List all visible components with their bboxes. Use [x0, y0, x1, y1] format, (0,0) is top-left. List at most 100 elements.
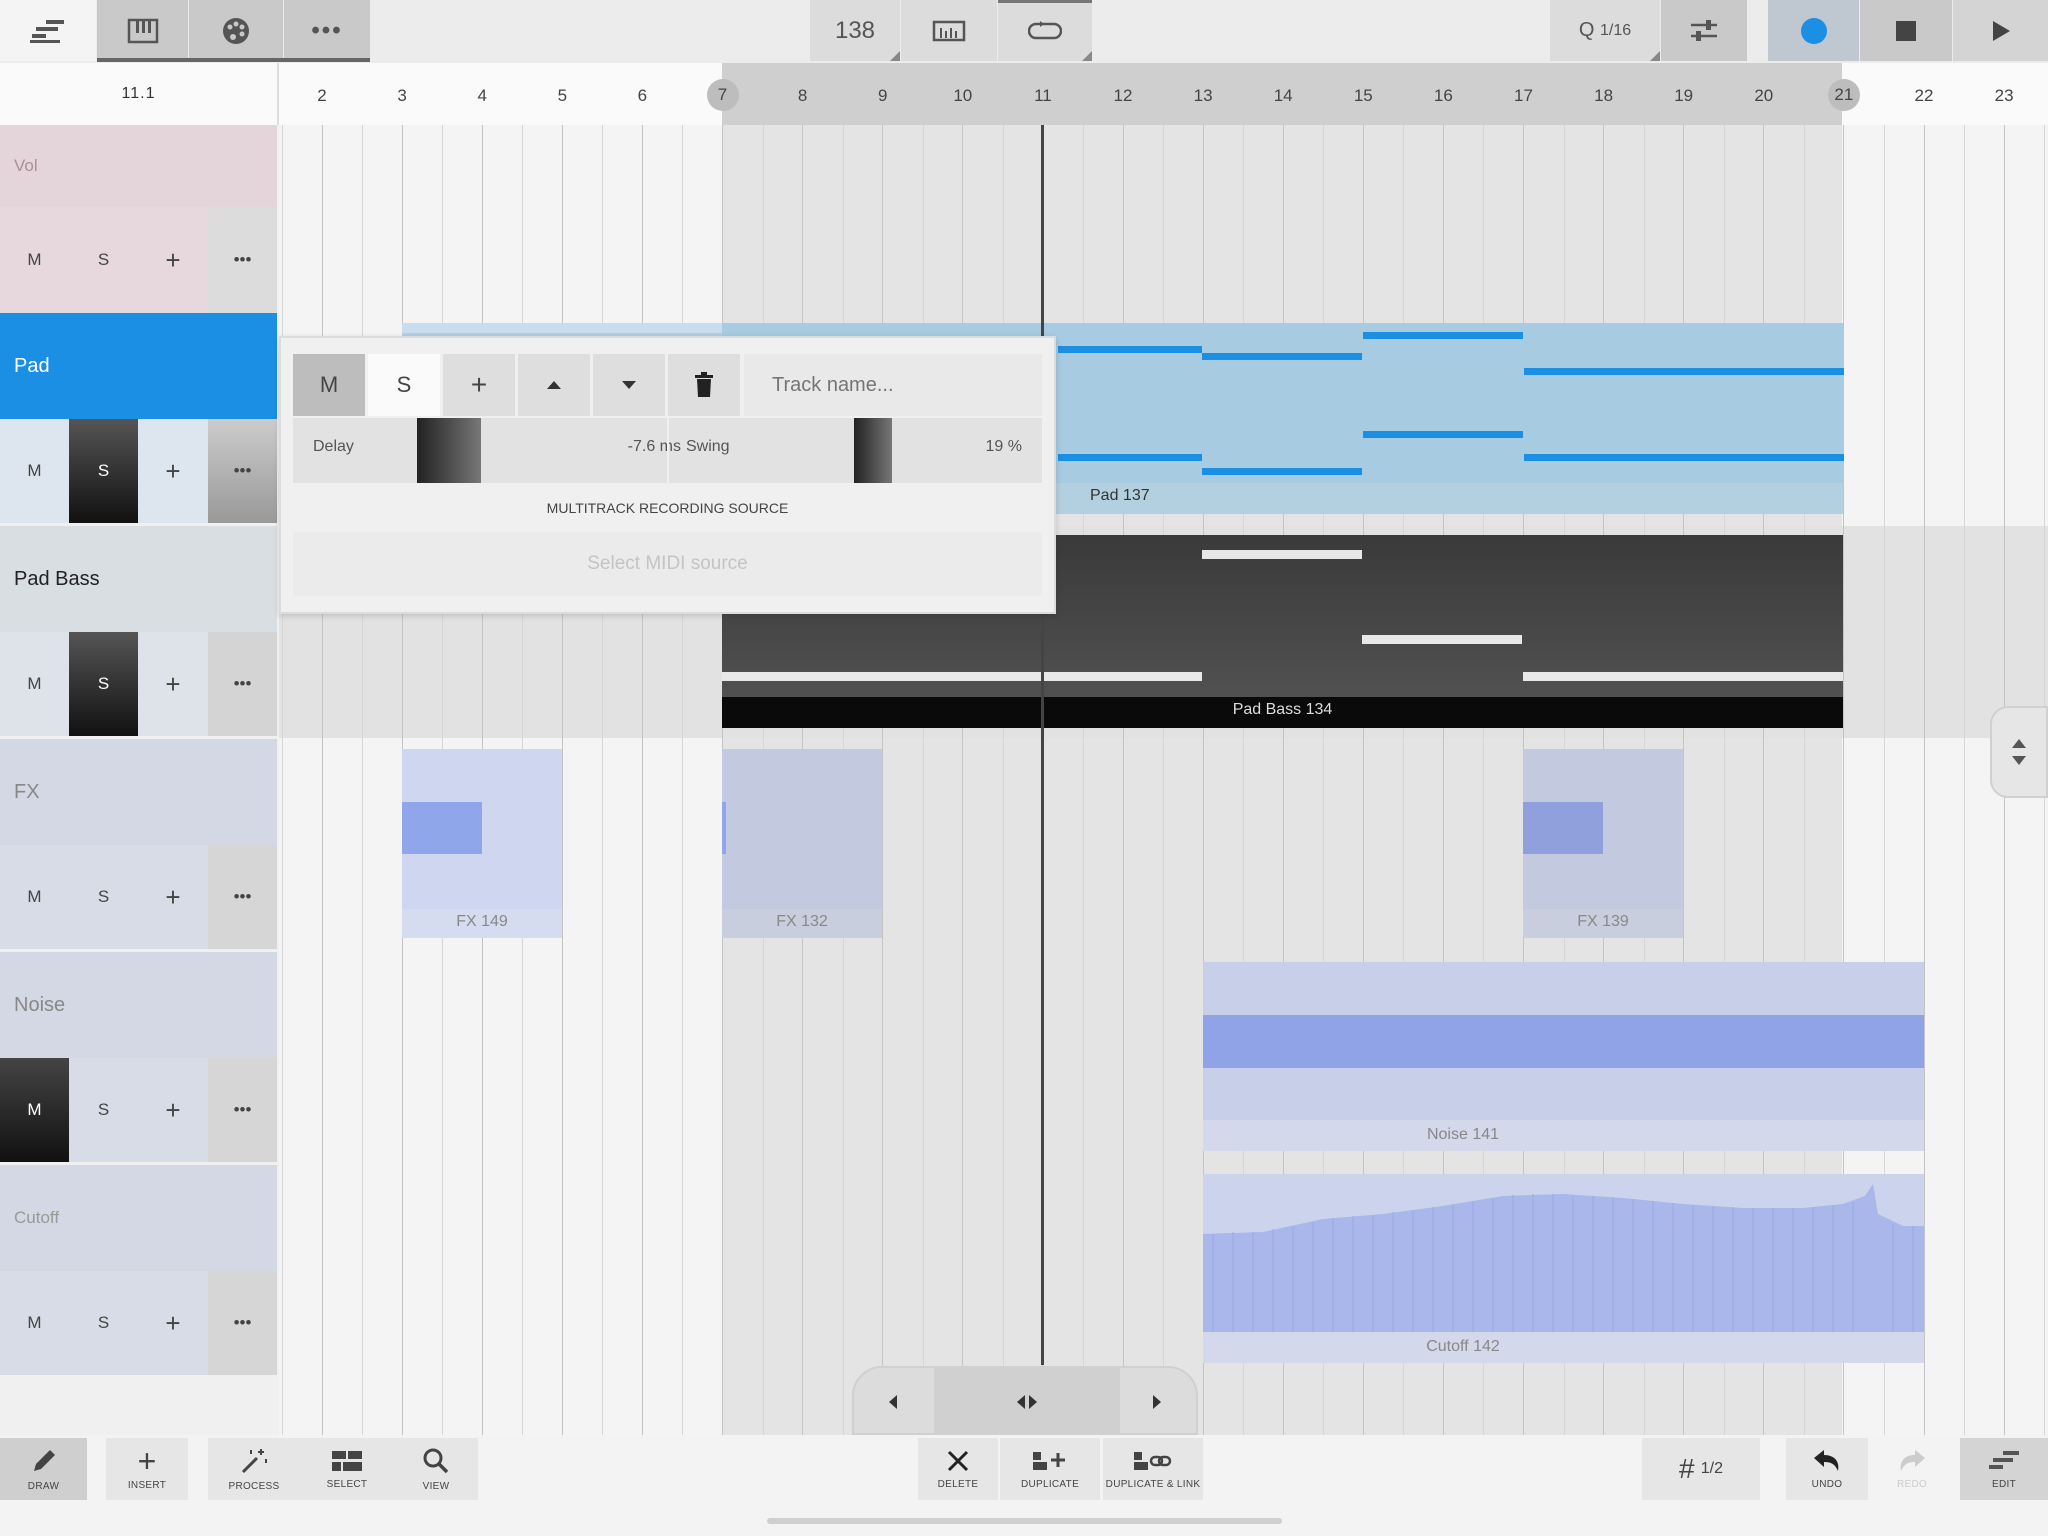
move-up-button[interactable]: [518, 354, 590, 416]
more-options-icon[interactable]: •••: [284, 0, 370, 61]
track-name[interactable]: Noise: [0, 952, 277, 1058]
mute-button[interactable]: M: [0, 845, 69, 949]
insert-button[interactable]: + INSERT: [106, 1438, 188, 1500]
track-name[interactable]: Pad Bass: [0, 526, 277, 632]
delete-button[interactable]: DELETE: [918, 1438, 998, 1500]
clip-fx-132[interactable]: FX 132: [722, 749, 882, 938]
edit-button[interactable]: EDIT: [1960, 1438, 2048, 1500]
bar-number: 8: [797, 86, 808, 105]
mute-button[interactable]: M: [0, 419, 69, 523]
scroll-right-button[interactable]: [1118, 1368, 1196, 1435]
add-icon[interactable]: +: [138, 845, 208, 949]
duplicate-link-button[interactable]: DUPLICATE & LINK: [1103, 1438, 1203, 1500]
track-name[interactable]: Vol: [0, 125, 277, 207]
move-down-button[interactable]: [593, 354, 665, 416]
popup-mute-button[interactable]: M: [293, 354, 365, 416]
playhead[interactable]: [1041, 125, 1044, 1365]
mute-button[interactable]: M: [0, 207, 69, 313]
track-more-button[interactable]: •••: [208, 207, 277, 313]
clip-label: Pad Bass 134: [1232, 701, 1333, 718]
resize-vertical-icon: [2012, 739, 2026, 765]
clip-label: FX 139: [1577, 913, 1629, 930]
delay-slider-handle[interactable]: [417, 418, 481, 483]
track-more-button[interactable]: •••: [208, 845, 277, 949]
clip-fx-139[interactable]: FX 139: [1523, 749, 1683, 938]
draw-button[interactable]: DRAW: [0, 1438, 87, 1500]
bar-number: 13: [1193, 86, 1213, 105]
arrange-view-icon[interactable]: [0, 0, 96, 61]
play-icon: [1992, 20, 2010, 41]
delete-track-button[interactable]: [668, 354, 740, 416]
caret-left-icon: [889, 1394, 897, 1409]
add-icon[interactable]: +: [138, 207, 208, 313]
record-button[interactable]: [1768, 0, 1859, 61]
grid-line: [1163, 125, 1165, 1435]
grid-button[interactable]: # 1/2: [1642, 1438, 1760, 1500]
loop-marker[interactable]: 7: [706, 79, 739, 111]
track-name[interactable]: FX: [0, 739, 277, 845]
solo-button[interactable]: S: [69, 845, 138, 949]
track-more-button[interactable]: •••: [208, 632, 277, 736]
track-name[interactable]: Cutoff: [0, 1165, 277, 1271]
scroll-left-button[interactable]: [854, 1368, 932, 1435]
add-icon[interactable]: +: [138, 1058, 208, 1162]
add-icon[interactable]: +: [138, 632, 208, 736]
mute-button[interactable]: M: [0, 1058, 69, 1162]
view-button[interactable]: VIEW: [394, 1438, 478, 1500]
track-name-input[interactable]: [744, 354, 1042, 416]
track-more-button[interactable]: •••: [208, 1058, 277, 1162]
clip-cutoff[interactable]: Cutoff 142: [1203, 1174, 1924, 1363]
scroll-center-button[interactable]: [934, 1368, 1120, 1435]
note: [1524, 368, 1844, 375]
fx-region: [722, 802, 726, 854]
popup-add-icon[interactable]: +: [443, 354, 515, 416]
bottom-toolbar: DRAW + INSERT PROCESS SELECT VIEW DELETE…: [0, 1435, 2048, 1536]
stop-button[interactable]: [1860, 0, 1952, 61]
redo-button[interactable]: REDO: [1870, 1438, 1954, 1500]
loop-marker[interactable]: 21: [1827, 79, 1860, 111]
solo-button[interactable]: S: [69, 419, 138, 523]
duplicate-button[interactable]: DUPLICATE: [1000, 1438, 1100, 1500]
add-icon[interactable]: +: [138, 419, 208, 523]
metronome-icon[interactable]: [901, 0, 997, 61]
solo-button[interactable]: S: [69, 207, 138, 313]
midi-source-select[interactable]: Select MIDI source: [293, 532, 1042, 596]
home-indicator: [767, 1518, 1282, 1524]
quantize-button[interactable]: Q 1/16: [1550, 0, 1660, 61]
track-height-handle[interactable]: [1990, 706, 2048, 798]
play-button[interactable]: [1953, 0, 2048, 61]
horizontal-resize-icon: [1017, 1394, 1037, 1409]
quantize-value: 1/16: [1599, 21, 1632, 39]
piano-roll-icon[interactable]: [97, 0, 188, 61]
track-more-button[interactable]: •••: [208, 419, 277, 523]
loop-icon[interactable]: [998, 0, 1092, 61]
add-icon[interactable]: +: [138, 1271, 208, 1375]
palette-icon[interactable]: [189, 0, 283, 61]
tempo-button[interactable]: 138: [810, 0, 900, 61]
note: [1362, 635, 1522, 644]
tab-indicator: [97, 58, 370, 62]
grid-line: [962, 125, 964, 1435]
track-name[interactable]: Pad: [0, 313, 277, 419]
quantize-prefix: Q: [1578, 19, 1595, 41]
solo-button[interactable]: S: [69, 1271, 138, 1375]
bar-number: 15: [1353, 86, 1373, 105]
clip-noise[interactable]: Noise 141: [1203, 962, 1924, 1151]
process-button[interactable]: PROCESS: [208, 1438, 300, 1500]
select-button[interactable]: SELECT: [300, 1438, 394, 1500]
noise-region: [1203, 1015, 1924, 1068]
undo-icon: [1814, 1449, 1839, 1471]
undo-button[interactable]: UNDO: [1786, 1438, 1868, 1500]
mixer-icon[interactable]: [1661, 0, 1747, 61]
edit-label: EDIT: [1992, 1478, 2016, 1490]
popup-solo-button[interactable]: S: [368, 354, 440, 416]
clip-fx-149[interactable]: FX 149: [402, 749, 562, 938]
solo-button[interactable]: S: [69, 1058, 138, 1162]
plus-icon: +: [137, 1442, 157, 1479]
mute-button[interactable]: M: [0, 1271, 69, 1375]
bar-number: 3: [397, 86, 407, 105]
track-more-button[interactable]: •••: [208, 1271, 277, 1375]
mute-button[interactable]: M: [0, 632, 69, 736]
swing-slider-handle[interactable]: [854, 418, 892, 483]
solo-button[interactable]: S: [69, 632, 138, 736]
